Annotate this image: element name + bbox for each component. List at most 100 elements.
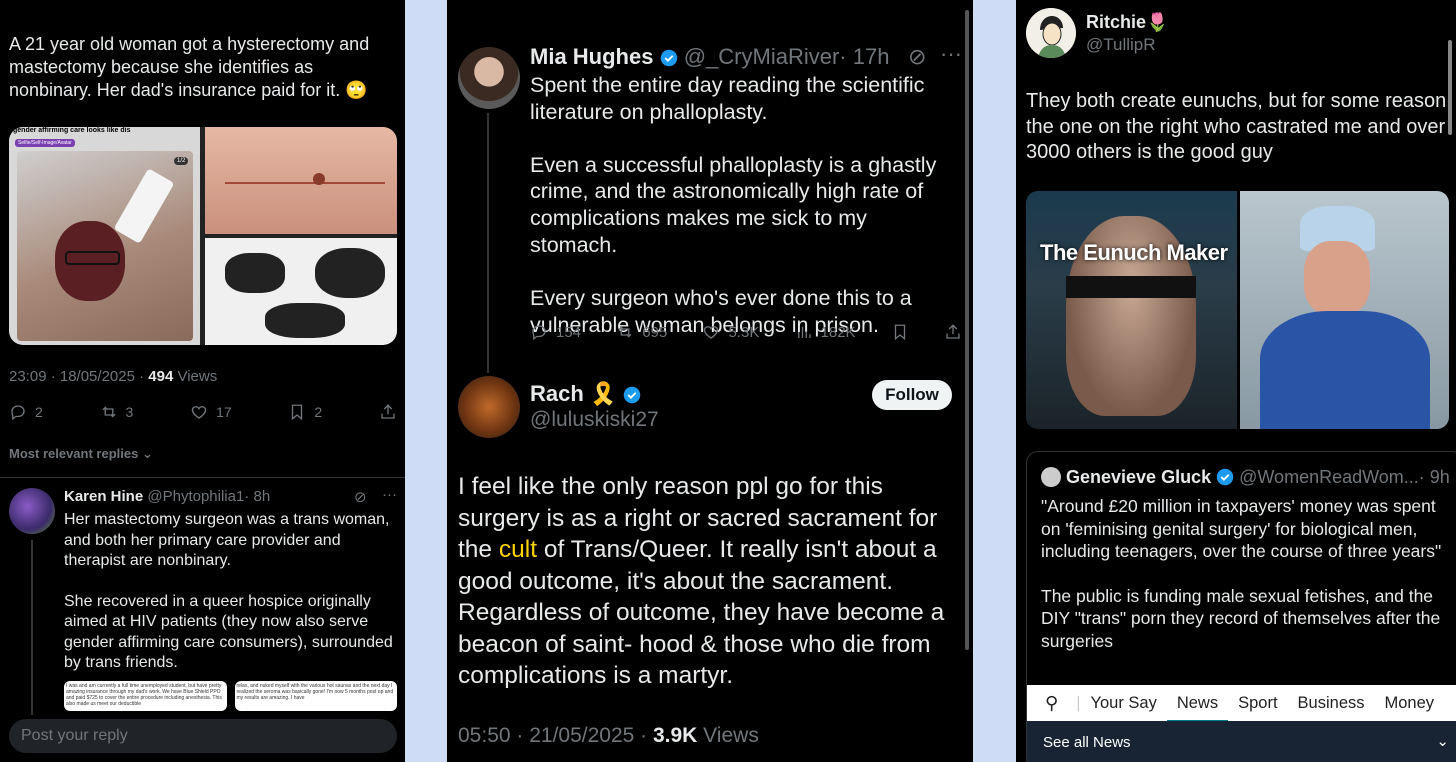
reply-author-handle[interactable]: @luluskiski27 (530, 408, 659, 432)
reply-text-p2: She recovered in a queer hospice origina… (64, 592, 393, 672)
bookmark-button[interactable]: 2 (288, 403, 322, 421)
author-name[interactable]: Ritchie🌷 (1086, 12, 1168, 33)
like-button[interactable]: 5.3K (702, 323, 759, 341)
tweet-time: 23:09 · 18/05/2025 · (9, 368, 149, 385)
media-tag: Selfie/Self-Image/Avatar (15, 139, 75, 147)
share-button[interactable] (944, 323, 962, 341)
tweet-text: Spent the entire day reading the scienti… (530, 72, 960, 338)
repost-button[interactable]: 695 (616, 323, 667, 341)
most-relevant-replies-dropdown[interactable]: Most relevant replies ⌄ (9, 446, 153, 462)
views-count: 182K (820, 323, 856, 341)
bookmark-icon (292, 404, 303, 421)
more-icon[interactable]: ··· (382, 486, 397, 503)
tweet-text-p1: Spent the entire day reading the scienti… (530, 73, 925, 124)
bookmark-icon (894, 324, 905, 341)
verified-icon (660, 49, 677, 67)
follow-button[interactable]: Follow (872, 380, 952, 410)
media-photo-fabric[interactable] (205, 238, 397, 345)
like-count: 5.3K (728, 323, 760, 341)
reply-button[interactable]: 2 (9, 403, 43, 421)
news-nav: ⚲ | Your Say News Sport Business Money (1027, 685, 1456, 723)
author-handle[interactable]: @TullipR (1086, 35, 1156, 55)
tab-your-say[interactable]: Your Say (1080, 694, 1166, 713)
avatar[interactable] (458, 376, 520, 438)
reply-time: · 8h (244, 488, 271, 505)
views-count: 494 (148, 368, 174, 385)
most-relevant-label: Most relevant replies (9, 446, 139, 461)
face-shape (1304, 241, 1370, 316)
reply-image-1[interactable]: I was and am currently a full time unemp… (64, 681, 227, 711)
thread-line (487, 113, 489, 373)
avatar[interactable] (458, 47, 520, 109)
reply-text-p1: Her mastectomy surgeon was a trans woman… (64, 511, 390, 569)
media-image-documentary[interactable]: The Eunuch Maker (1026, 191, 1237, 429)
scrollbar[interactable] (965, 10, 969, 650)
media-photo-selfie[interactable]: gender affirming care looks like dis Sel… (9, 127, 200, 345)
media-counter: 1/2 (174, 157, 189, 165)
like-button[interactable]: 17 (190, 403, 232, 421)
repost-count: 3 (125, 404, 134, 420)
media-photo-torso[interactable] (205, 127, 397, 234)
tab-business[interactable]: Business (1288, 694, 1375, 713)
bottle-shape (113, 168, 175, 244)
avatar[interactable] (1026, 8, 1076, 58)
pattern-blob (265, 303, 345, 338)
heart-icon (704, 326, 719, 339)
tweet-meta: 05:50 · 21/05/2025 · 3.9K Views (458, 724, 759, 748)
reply-author-name[interactable]: Karen Hine (64, 488, 143, 505)
reply-button[interactable]: 154 (530, 323, 581, 341)
verified-icon (1216, 468, 1234, 486)
tweet-actions: 2 3 17 2 (9, 403, 397, 421)
pattern-blob (225, 253, 285, 293)
thread-line (31, 540, 33, 715)
tweet-media[interactable]: gender affirming care looks like dis Sel… (9, 127, 397, 345)
divider (0, 477, 405, 478)
bookmark-button[interactable] (891, 323, 909, 341)
scar-line (225, 182, 385, 184)
tweet-media[interactable]: The Eunuch Maker (1026, 191, 1449, 429)
cult-link[interactable]: cult (499, 536, 537, 563)
image-title: The Eunuch Maker (1040, 240, 1228, 265)
author-name[interactable]: Mia Hughes (530, 44, 653, 69)
pattern-blob (315, 248, 385, 298)
media-image-surgeon[interactable] (1240, 191, 1449, 429)
quote-text: "Around £20 million in taxpayers' money … (1041, 495, 1451, 652)
more-icon[interactable]: ··· (940, 41, 962, 67)
search-icon[interactable]: ⚲ (1027, 693, 1076, 714)
grok-icon[interactable]: ⊘ (354, 488, 367, 506)
reply-author-name[interactable]: Rach (530, 381, 584, 406)
selfie-image (17, 151, 193, 341)
reply-images[interactable]: I was and am currently a full time unemp… (64, 681, 397, 711)
reply-count: 2 (35, 404, 43, 420)
tweet-meta: 23:09 · 18/05/2025 · 494 Views (9, 368, 217, 385)
reply-author: Rach 🎗️ (530, 381, 641, 407)
glasses-shape (65, 251, 120, 265)
quote-header: Genevieve Gluck @WomenReadWom...· 9h (1041, 467, 1450, 488)
quote-author-handle[interactable]: @WomenReadWom... (1239, 467, 1419, 487)
repost-button[interactable]: 3 (100, 403, 134, 421)
tab-money[interactable]: Money (1375, 694, 1445, 713)
tab-sport[interactable]: Sport (1228, 694, 1287, 713)
share-button[interactable] (379, 403, 397, 421)
ribbon-icon: 🎗️ (589, 381, 618, 406)
grok-icon[interactable]: ⊘ (908, 44, 926, 70)
tweet-text: They both create eunuchs, but for some r… (1026, 90, 1447, 163)
reply-author-handle[interactable]: @Phytophilia1 (147, 488, 244, 505)
repost-icon (102, 406, 116, 418)
author-handle[interactable]: @_CryMiaRiver (684, 44, 840, 69)
avatar[interactable] (9, 488, 55, 534)
quote-text-p1: "Around £20 million in taxpayers' money … (1041, 496, 1442, 561)
left-panel: A 21 year old woman got a hysterectomy a… (0, 0, 405, 762)
quoted-tweet[interactable]: Genevieve Gluck @WomenReadWom...· 9h "Ar… (1026, 451, 1456, 762)
tweet-header: Mia Hughes @_CryMiaRiver· 17h ⊘ ··· (530, 41, 962, 70)
tab-news[interactable]: News (1166, 694, 1229, 723)
repost-icon (618, 326, 632, 338)
avatar[interactable] (1041, 467, 1061, 487)
tweet-actions: 154 695 5.3K 182K (530, 323, 962, 341)
see-all-news-dropdown[interactable]: See all News ⌄ (1027, 721, 1456, 762)
views-button[interactable]: 182K (795, 323, 856, 341)
reply-input[interactable]: Post your reply (9, 719, 397, 753)
quote-author-name[interactable]: Genevieve Gluck (1066, 467, 1211, 487)
reply-image-2[interactable]: relax, and nuked myself with the various… (234, 681, 397, 711)
reply-text: I feel like the only reason ppl go for t… (458, 471, 963, 692)
